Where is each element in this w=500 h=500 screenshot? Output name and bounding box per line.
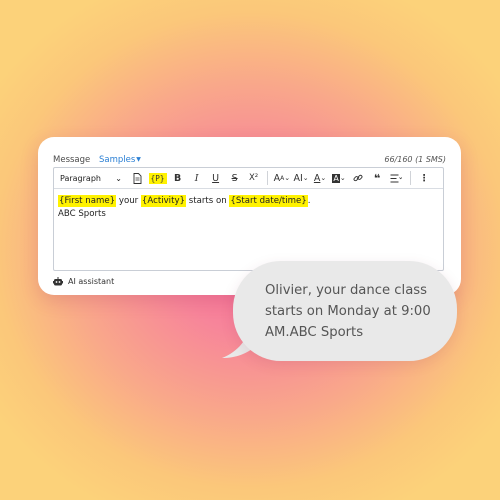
blockquote-button[interactable]: ❝ bbox=[369, 170, 385, 186]
document-icon[interactable] bbox=[130, 170, 146, 186]
robot-icon bbox=[53, 277, 63, 286]
paragraph-select-label: Paragraph bbox=[60, 173, 101, 183]
highlight-color-button[interactable]: A ⌄ bbox=[331, 170, 347, 186]
text-starts-on: starts on bbox=[188, 196, 227, 206]
strikethrough-button[interactable]: S bbox=[227, 170, 243, 186]
font-size-button[interactable]: A A ⌄ bbox=[274, 170, 290, 186]
message-editor[interactable]: Paragraph ⌄ {P} B I U S X² A A ⌄ AI ⌄ A ⌄ A ⌄… bbox=[53, 167, 444, 271]
sms-preview-bubble: Olivier, your dance class starts on Mond… bbox=[233, 261, 457, 361]
text-style-button[interactable]: AI ⌄ bbox=[293, 170, 309, 186]
more-options-icon[interactable]: ⋮ bbox=[416, 170, 432, 186]
start-datetime-tag[interactable]: {Start date/time} bbox=[229, 195, 308, 207]
toolbar-divider bbox=[267, 171, 269, 185]
samples-label: Samples bbox=[98, 155, 136, 165]
underline-button[interactable]: U bbox=[208, 170, 224, 186]
activity-tag[interactable]: {Activity} bbox=[140, 195, 186, 207]
align-icon[interactable] bbox=[388, 170, 404, 186]
samples-dropdown[interactable]: Samples▼ bbox=[99, 155, 141, 165]
text-period: . bbox=[307, 196, 311, 206]
bold-button[interactable]: B bbox=[170, 170, 186, 186]
chevron-down-icon: ⌄ bbox=[284, 174, 291, 182]
first-name-tag[interactable]: {First name} bbox=[58, 195, 117, 207]
chevron-down-icon: ⌄ bbox=[339, 174, 346, 182]
chevron-down-icon: ⌄ bbox=[320, 174, 327, 182]
message-label: Message bbox=[53, 155, 91, 165]
superscript-button[interactable]: X² bbox=[246, 170, 262, 186]
character-counter: 66/160 (1 SMS) bbox=[384, 155, 446, 164]
text-color-button[interactable]: A ⌄ bbox=[312, 170, 328, 186]
text-your: your bbox=[118, 196, 139, 206]
editor-toolbar: Paragraph ⌄ {P} B I U S X² A A ⌄ AI ⌄ A ⌄ A ⌄… bbox=[54, 168, 443, 189]
message-line-2: ABC Sports bbox=[58, 209, 106, 219]
toolbar-divider bbox=[409, 171, 411, 185]
link-icon[interactable] bbox=[350, 170, 366, 186]
message-header: Message Samples▼ 66/160 (1 SMS) bbox=[53, 153, 446, 167]
caret-down-icon: ▼ bbox=[136, 156, 141, 163]
italic-button[interactable]: I bbox=[189, 170, 205, 186]
message-line-1: {First name} your {Activity} starts on {… bbox=[58, 195, 439, 208]
personalize-button[interactable]: {P} bbox=[148, 172, 167, 184]
editor-content[interactable]: {First name} your {Activity} starts on {… bbox=[54, 189, 443, 221]
chevron-down-icon: ⌄ bbox=[115, 173, 122, 183]
chevron-down-icon: ⌄ bbox=[302, 174, 309, 182]
paragraph-select[interactable]: Paragraph ⌄ bbox=[54, 174, 128, 183]
ai-assistant-label: AI assistant bbox=[68, 277, 115, 286]
ai-assistant-button[interactable]: AI assistant bbox=[53, 277, 114, 286]
sms-preview-text: Olivier, your dance class starts on Mond… bbox=[265, 283, 431, 340]
